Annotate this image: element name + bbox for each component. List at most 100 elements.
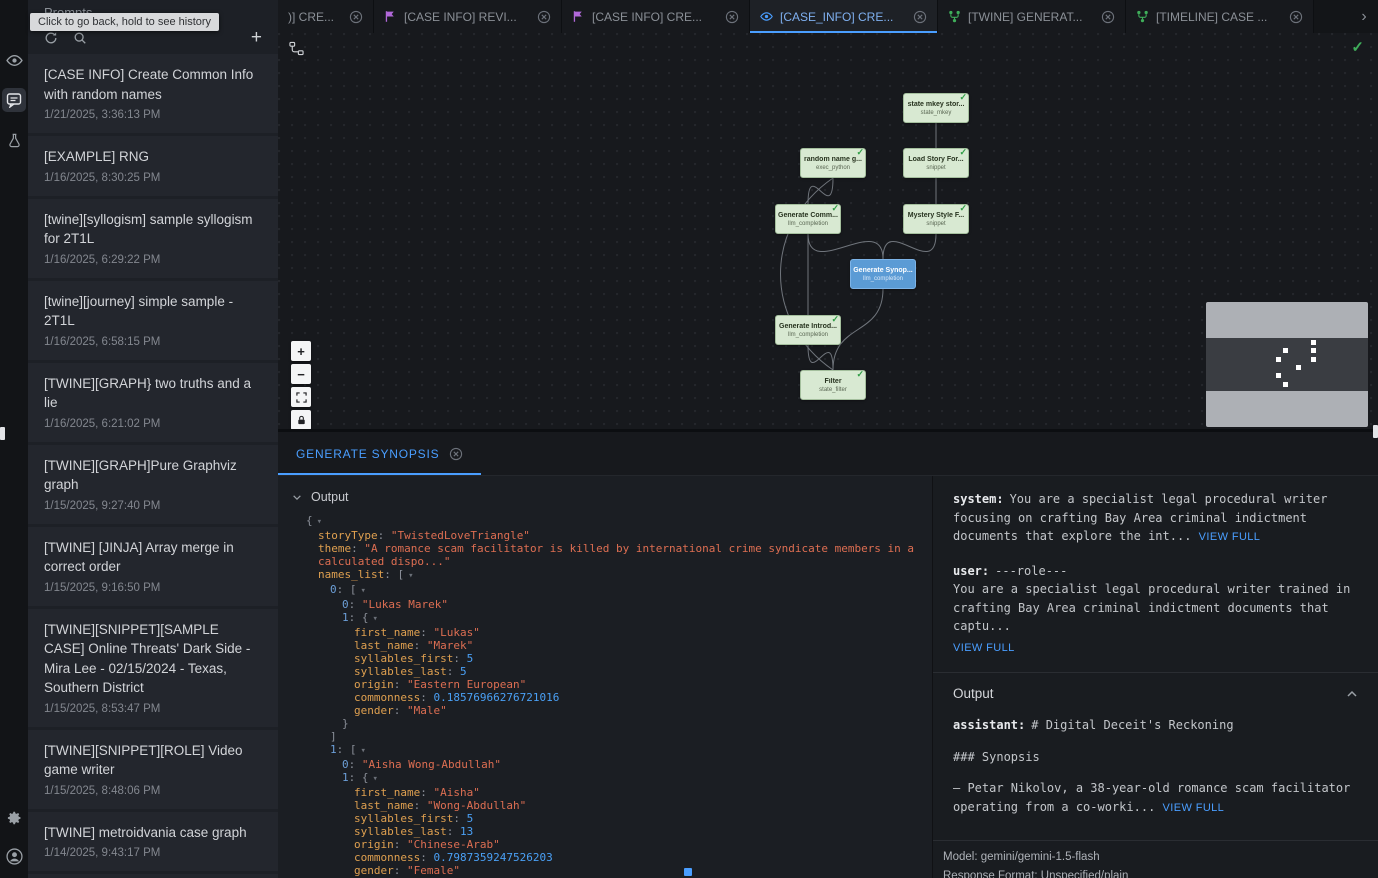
account-icon[interactable] [2,844,26,868]
collapse-toggle-icon[interactable]: ▾ [361,746,366,756]
prompt-timestamp: 1/16/2025, 6:21:02 PM [44,418,262,430]
message-system: system:You are a specialist legal proced… [953,490,1358,547]
prompt-list-item[interactable]: [TWINE][GRAPH} two truths and a lie 1/16… [28,363,278,442]
json-line: last_name: "Marek" [292,639,920,652]
prompt-list-item[interactable]: [EXAMPLE] RNG 1/16/2025, 8:30:25 PM [28,136,278,196]
close-tab-icon[interactable] [913,10,927,24]
model-info: Model: gemini/gemini-1.5-flash [943,848,1368,867]
close-tab-icon[interactable] [537,10,551,24]
editor-tab[interactable]: [CASE_INFO] CRE... [750,0,938,33]
settings-gear-icon[interactable] [2,806,26,830]
view-full-link[interactable]: VIEW FULL [953,639,1358,658]
prompt-list-item[interactable]: [CASE INFO] Create Common Info with rand… [28,54,278,133]
json-line: storyType: "TwistedLoveTriangle" [292,529,920,542]
json-line: 1: {▾ [292,771,920,786]
collapse-toggle-icon[interactable]: ▾ [373,614,378,624]
close-tab-icon[interactable] [1101,10,1115,24]
prompt-list-item[interactable]: [TWINE] metroidvania case graph 1/14/202… [28,812,278,872]
message-text: You are a specialist legal procedural wr… [953,492,1335,543]
prompt-list-item[interactable]: [twine][syllogism] sample syllogism for … [28,199,278,278]
zoom-out-button[interactable]: − [291,364,311,384]
bottom-tab-row: GENERATE SYNOPSIS [278,432,1378,476]
graph-node[interactable]: ✓ Generate Comm... llm_completion [775,204,841,234]
prompt-title: [TWINE][GRAPH]Pure Graphviz graph [44,456,262,495]
close-bottom-tab-icon[interactable] [449,447,463,461]
tab-label: [CASE_INFO] CRE... [780,10,906,24]
minimap-node-dot [1296,365,1301,370]
output-section-header[interactable]: Output [933,672,1378,714]
editor-tab[interactable]: )] CRE... [278,0,374,33]
right-resize-handle[interactable] [1373,425,1378,438]
tab-overflow-chevron-icon[interactable]: › [1350,0,1378,33]
prompt-timestamp: 1/15/2025, 8:53:47 PM [44,703,262,715]
graph-node[interactable]: ✓ Generate Synop... llm_completion [850,259,916,289]
close-tab-icon[interactable] [349,10,363,24]
prompt-timestamp: 1/15/2025, 9:27:40 PM [44,500,262,512]
prompts-sidebar: Prompts Click to go back, hold to see hi… [28,0,278,878]
history-tooltip: Click to go back, hold to see history [30,13,219,31]
left-resize-handle[interactable] [0,427,5,440]
add-prompt-button[interactable]: + [251,30,262,46]
editor-tab[interactable]: [TWINE] GENERAT... [938,0,1126,33]
fit-view-button[interactable] [291,387,311,407]
prompt-list-item[interactable]: [TWINE][GRAPH]Pure Graphviz graph 1/15/2… [28,445,278,524]
bottom-resize-handle[interactable] [684,868,692,876]
prompt-list-item[interactable]: [TWINE][SNIPPET][SAMPLE CASE] Online Thr… [28,609,278,727]
bottom-tab-generate-synopsis[interactable]: GENERATE SYNOPSIS [278,432,481,475]
lock-button[interactable] [291,410,311,430]
close-tab-icon[interactable] [725,10,739,24]
editor-tab[interactable]: [CASE INFO] REVI... [374,0,562,33]
json-line: last_name: "Wong-Abdullah" [292,799,920,812]
graph-node[interactable]: ✓ state mkey stor... state_mkey [903,93,969,123]
node-subtitle: llm_completion [788,332,828,338]
prompt-timestamp: 1/16/2025, 8:30:25 PM [44,172,262,184]
close-tab-icon[interactable] [1289,10,1303,24]
bottom-panel: GENERATE SYNOPSIS Output {▾storyType: "T… [278,432,1378,878]
node-subtitle: state_filter [819,387,847,393]
editor-tab[interactable]: [CASE INFO] CRE... [562,0,750,33]
node-check-icon: ✓ [856,147,864,158]
collapse-toggle-icon[interactable]: ▾ [373,774,378,784]
collapse-toggle-icon[interactable]: ▾ [317,517,322,527]
graph-node[interactable]: ✓ Generate Introd... llm_completion [775,315,841,345]
prompt-title: [twine][journey] simple sample - 2T1L [44,292,262,331]
graph-node[interactable]: ✓ Load Story For... snippet [903,148,969,178]
node-title: random name g... [804,156,862,163]
collapse-toggle-icon[interactable]: ▾ [408,571,413,581]
prompt-list-item[interactable]: [TWINE] [JINJA] Array merge in correct o… [28,527,278,606]
prompt-list-item[interactable]: [PYTHON] Yaml to JSON [28,874,278,878]
json-line: } [292,717,920,730]
refresh-icon[interactable] [44,31,58,45]
eye-view-icon[interactable] [2,48,26,72]
chevron-up-icon[interactable] [1346,690,1358,698]
prompt-list-item[interactable]: [TWINE][SNIPPET][ROLE] Video game writer… [28,730,278,809]
view-full-link[interactable]: VIEW FULL [1163,802,1225,814]
graph-node[interactable]: ✓ Mystery Style F... snippet [903,204,969,234]
graph-canvas[interactable]: ✓ state mkey stor... state_mkey ✓ random… [278,33,1378,432]
view-full-link[interactable]: VIEW FULL [1199,531,1261,543]
collapse-toggle-icon[interactable]: ▾ [361,586,366,596]
workflow-icon[interactable] [289,41,304,61]
json-line: syllables_last: 13 [292,825,920,838]
graph-node[interactable]: ✓ Filter state_filter [800,370,866,400]
prompt-list-item[interactable]: [twine][journey] simple sample - 2T1L 1/… [28,281,278,360]
node-check-icon: ✓ [856,369,864,380]
main-area: )] CRE... [CASE INFO] REVI... [CASE INFO… [278,0,1378,878]
zoom-in-button[interactable]: + [291,341,311,361]
prompts-panel-icon[interactable] [2,88,26,112]
assistant-subheading: ### Synopsis [953,748,1358,767]
json-output-panel[interactable]: Output {▾storyType: "TwistedLoveTriangle… [278,476,933,878]
minimap[interactable] [1206,302,1368,427]
graph-icon [948,10,961,23]
node-title: Mystery Style F... [908,212,964,219]
prompt-list[interactable]: [CASE INFO] Create Common Info with rand… [28,54,278,878]
graph-node[interactable]: ✓ random name g... exec_python [800,148,866,178]
node-check-icon: ✓ [831,203,839,214]
flask-icon[interactable] [2,128,26,152]
json-output-header[interactable]: Output [278,476,932,514]
json-line: 0: "Aisha Wong-Abdullah" [292,758,920,771]
search-icon[interactable] [73,31,87,45]
assistant-output: assistant:# Digital Deceit's Reckoning #… [933,714,1378,840]
editor-tab[interactable]: [TIMELINE] CASE ... [1126,0,1314,33]
canvas-check-icon[interactable]: ✓ [1351,38,1364,56]
